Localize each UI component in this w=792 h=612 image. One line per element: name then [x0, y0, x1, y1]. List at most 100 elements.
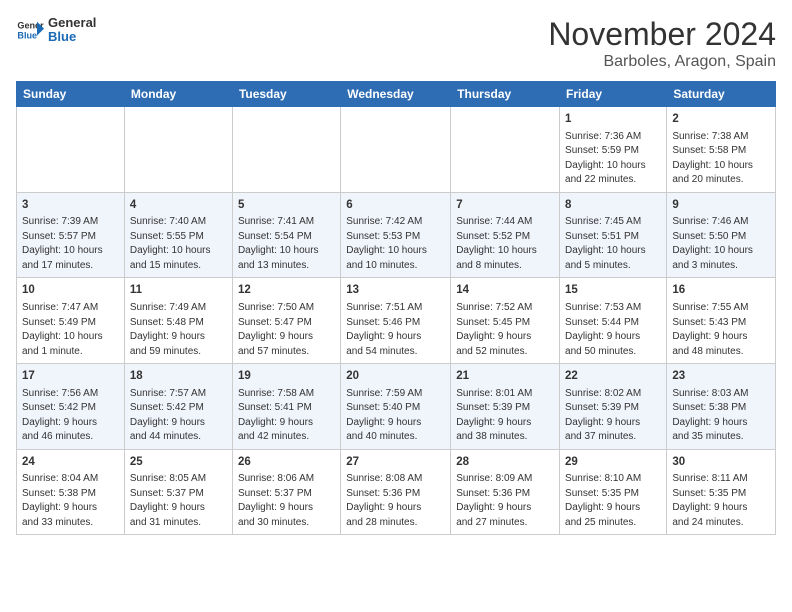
day-info: Sunrise: 8:06 AM Sunset: 5:37 PM Dayligh…	[238, 472, 335, 530]
day-number: 20	[346, 368, 445, 385]
day-number: 30	[672, 454, 770, 471]
day-info: Sunrise: 7:50 AM Sunset: 5:47 PM Dayligh…	[238, 301, 335, 359]
day-info: Sunrise: 7:42 AM Sunset: 5:53 PM Dayligh…	[346, 215, 445, 273]
day-info: Sunrise: 8:10 AM Sunset: 5:35 PM Dayligh…	[565, 472, 661, 530]
calendar-cell: 14Sunrise: 7:52 AM Sunset: 5:45 PM Dayli…	[451, 278, 560, 364]
calendar-cell: 6Sunrise: 7:42 AM Sunset: 5:53 PM Daylig…	[341, 192, 451, 278]
calendar-cell	[17, 107, 125, 193]
day-info: Sunrise: 7:39 AM Sunset: 5:57 PM Dayligh…	[22, 215, 119, 273]
day-info: Sunrise: 7:55 AM Sunset: 5:43 PM Dayligh…	[672, 301, 770, 359]
day-info: Sunrise: 7:47 AM Sunset: 5:49 PM Dayligh…	[22, 301, 119, 359]
calendar-cell: 25Sunrise: 8:05 AM Sunset: 5:37 PM Dayli…	[124, 449, 232, 535]
day-info: Sunrise: 7:52 AM Sunset: 5:45 PM Dayligh…	[456, 301, 554, 359]
header-saturday: Saturday	[667, 82, 776, 107]
calendar-cell: 15 Sunrise: 7:53 AM Sunset: 5:44 PM Dayli…	[560, 278, 667, 364]
day-number: 11	[130, 282, 227, 299]
calendar-week-1: 1Sunrise: 7:36 AM Sunset: 5:59 PM Daylig…	[17, 107, 776, 193]
header-row: Sunday Monday Tuesday Wednesday Thursday…	[17, 82, 776, 107]
day-number: 7	[456, 197, 554, 214]
day-info: Sunrise: 7:40 AM Sunset: 5:55 PM Dayligh…	[130, 215, 227, 273]
calendar-cell: 19 Sunrise: 7:58 AM Sunset: 5:41 PM Dayli…	[232, 364, 340, 450]
header-thursday: Thursday	[451, 82, 560, 107]
calendar-cell: 20Sunrise: 7:59 AM Sunset: 5:40 PM Dayli…	[341, 364, 451, 450]
calendar-cell: 17 Sunrise: 7:56 AM Sunset: 5:42 PM Dayli…	[17, 364, 125, 450]
day-info: Sunrise: 7:51 AM Sunset: 5:46 PM Dayligh…	[346, 301, 445, 359]
day-info: Sunrise: 7:57 AM Sunset: 5:42 PM Dayligh…	[130, 387, 227, 445]
calendar-cell: 13 Sunrise: 7:51 AM Sunset: 5:46 PM Dayli…	[341, 278, 451, 364]
title-block: November 2024 Barboles, Aragon, Spain	[548, 16, 776, 71]
calendar-cell: 21 Sunrise: 8:01 AM Sunset: 5:39 PM Dayli…	[451, 364, 560, 450]
day-info: Sunrise: 7:49 AM Sunset: 5:48 PM Dayligh…	[130, 301, 227, 359]
day-info: Sunrise: 7:58 AM Sunset: 5:41 PM Dayligh…	[238, 387, 335, 445]
calendar-week-2: 3Sunrise: 7:39 AM Sunset: 5:57 PM Daylig…	[17, 192, 776, 278]
day-number: 4	[130, 197, 227, 214]
month-title: November 2024	[548, 16, 776, 53]
calendar-body: 1Sunrise: 7:36 AM Sunset: 5:59 PM Daylig…	[17, 107, 776, 535]
calendar-cell: 9Sunrise: 7:46 AM Sunset: 5:50 PM Daylig…	[667, 192, 776, 278]
calendar-cell: 24Sunrise: 8:04 AM Sunset: 5:38 PM Dayli…	[17, 449, 125, 535]
header-sunday: Sunday	[17, 82, 125, 107]
day-number: 5	[238, 197, 335, 214]
day-number: 26	[238, 454, 335, 471]
logo: General Blue General Blue	[16, 16, 96, 45]
day-number: 1	[565, 111, 661, 128]
calendar-cell: 29Sunrise: 8:10 AM Sunset: 5:35 PM Dayli…	[560, 449, 667, 535]
day-number: 25	[130, 454, 227, 471]
day-number: 22	[565, 368, 661, 385]
calendar-week-4: 17 Sunrise: 7:56 AM Sunset: 5:42 PM Dayli…	[17, 364, 776, 450]
calendar-cell: 8Sunrise: 7:45 AM Sunset: 5:51 PM Daylig…	[560, 192, 667, 278]
day-number: 15	[565, 282, 661, 299]
calendar-cell: 27Sunrise: 8:08 AM Sunset: 5:36 PM Dayli…	[341, 449, 451, 535]
calendar-cell: 3Sunrise: 7:39 AM Sunset: 5:57 PM Daylig…	[17, 192, 125, 278]
calendar-week-3: 10 Sunrise: 7:47 AM Sunset: 5:49 PM Dayli…	[17, 278, 776, 364]
header: General Blue General Blue November 2024 …	[16, 16, 776, 71]
svg-text:Blue: Blue	[17, 31, 37, 41]
calendar-cell: 26Sunrise: 8:06 AM Sunset: 5:37 PM Dayli…	[232, 449, 340, 535]
day-number: 8	[565, 197, 661, 214]
day-number: 19	[238, 368, 335, 385]
day-number: 2	[672, 111, 770, 128]
location: Barboles, Aragon, Spain	[548, 53, 776, 71]
logo-icon: General Blue	[16, 16, 44, 44]
calendar-cell: 23 Sunrise: 8:03 AM Sunset: 5:38 PM Dayli…	[667, 364, 776, 450]
calendar-cell: 10 Sunrise: 7:47 AM Sunset: 5:49 PM Dayli…	[17, 278, 125, 364]
calendar-cell: 28Sunrise: 8:09 AM Sunset: 5:36 PM Dayli…	[451, 449, 560, 535]
page: General Blue General Blue November 2024 …	[0, 0, 792, 545]
day-number: 10	[22, 282, 119, 299]
header-monday: Monday	[124, 82, 232, 107]
day-number: 16	[672, 282, 770, 299]
day-number: 6	[346, 197, 445, 214]
day-number: 13	[346, 282, 445, 299]
calendar-header: Sunday Monday Tuesday Wednesday Thursday…	[17, 82, 776, 107]
day-info: Sunrise: 8:03 AM Sunset: 5:38 PM Dayligh…	[672, 387, 770, 445]
day-info: Sunrise: 8:01 AM Sunset: 5:39 PM Dayligh…	[456, 387, 554, 445]
calendar-cell: 22Sunrise: 8:02 AM Sunset: 5:39 PM Dayli…	[560, 364, 667, 450]
day-number: 29	[565, 454, 661, 471]
calendar-week-5: 24Sunrise: 8:04 AM Sunset: 5:38 PM Dayli…	[17, 449, 776, 535]
header-friday: Friday	[560, 82, 667, 107]
day-info: Sunrise: 7:45 AM Sunset: 5:51 PM Dayligh…	[565, 215, 661, 273]
calendar-cell: 5Sunrise: 7:41 AM Sunset: 5:54 PM Daylig…	[232, 192, 340, 278]
day-info: Sunrise: 8:11 AM Sunset: 5:35 PM Dayligh…	[672, 472, 770, 530]
logo-text-blue: Blue	[48, 30, 96, 44]
day-info: Sunrise: 8:08 AM Sunset: 5:36 PM Dayligh…	[346, 472, 445, 530]
day-number: 23	[672, 368, 770, 385]
day-number: 12	[238, 282, 335, 299]
day-info: Sunrise: 7:56 AM Sunset: 5:42 PM Dayligh…	[22, 387, 119, 445]
day-number: 3	[22, 197, 119, 214]
day-info: Sunrise: 7:53 AM Sunset: 5:44 PM Dayligh…	[565, 301, 661, 359]
header-tuesday: Tuesday	[232, 82, 340, 107]
calendar-cell	[451, 107, 560, 193]
calendar-cell	[341, 107, 451, 193]
day-number: 9	[672, 197, 770, 214]
day-number: 21	[456, 368, 554, 385]
day-info: Sunrise: 8:04 AM Sunset: 5:38 PM Dayligh…	[22, 472, 119, 530]
calendar-cell: 30Sunrise: 8:11 AM Sunset: 5:35 PM Dayli…	[667, 449, 776, 535]
day-info: Sunrise: 7:46 AM Sunset: 5:50 PM Dayligh…	[672, 215, 770, 273]
day-number: 17	[22, 368, 119, 385]
calendar-table: Sunday Monday Tuesday Wednesday Thursday…	[16, 81, 776, 535]
day-number: 18	[130, 368, 227, 385]
calendar-cell: 4Sunrise: 7:40 AM Sunset: 5:55 PM Daylig…	[124, 192, 232, 278]
calendar-cell: 2Sunrise: 7:38 AM Sunset: 5:58 PM Daylig…	[667, 107, 776, 193]
day-info: Sunrise: 8:09 AM Sunset: 5:36 PM Dayligh…	[456, 472, 554, 530]
